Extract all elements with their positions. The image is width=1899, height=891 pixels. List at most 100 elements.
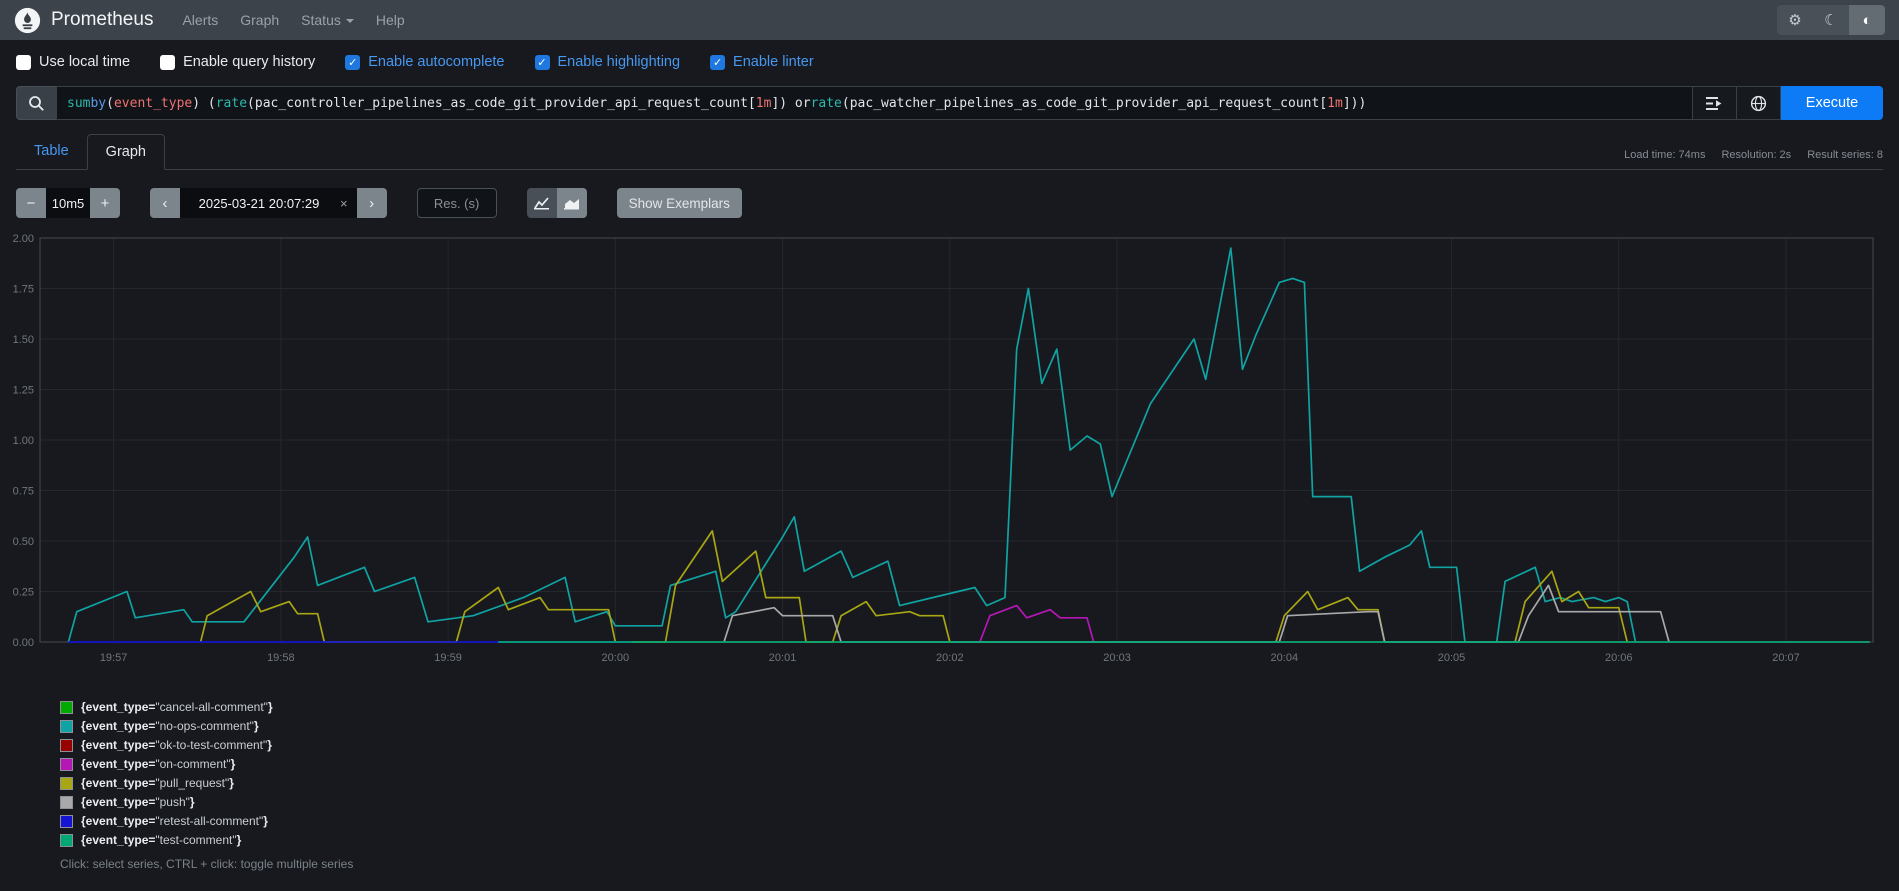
metrics-explorer-button[interactable] [1693,86,1737,120]
x-tick-label: 20:02 [936,652,964,664]
checkbox-icon[interactable]: ✓ [345,55,360,70]
option-label: Enable highlighting [558,54,681,70]
rewind-time-button[interactable]: ‹ [150,188,180,218]
y-tick-label: 0.50 [13,536,34,548]
query-token: ]) or [771,96,810,111]
legend-label: {event_type="no-ops-comment"} [81,719,259,733]
legend-item-test-comment[interactable]: {event_type="test-comment"} [60,833,1899,847]
legend-item-push[interactable]: {event_type="push"} [60,795,1899,809]
option-enable-highlighting[interactable]: ✓ Enable highlighting [535,54,681,70]
checkbox-icon[interactable] [160,55,175,70]
checkbox-icon[interactable]: ✓ [710,55,725,70]
query-token: ) ( [192,96,215,111]
legend-label: {event_type="retest-all-comment"} [81,814,268,828]
auto-contrast-button[interactable]: ◐ [1849,5,1885,35]
gear-button[interactable]: ⚙ [1777,5,1813,35]
show-exemplars-button[interactable]: Show Exemplars [617,188,742,218]
legend-label: {event_type="pull_request"} [81,776,234,790]
increase-range-button[interactable]: + [90,188,120,218]
datetime-input[interactable] [180,188,338,218]
local-time-globe-button[interactable] [1737,86,1781,120]
query-stats: Load time: 74msResolution: 2sResult seri… [1624,149,1883,169]
series-line-push [724,585,1669,642]
option-enable-linter[interactable]: ✓Enable linter [710,54,814,70]
nav-links: AlertsGraphStatusHelp [171,12,415,28]
forward-time-button[interactable]: › [357,188,387,218]
graph-legend: {event_type="cancel-all-comment"} {event_… [0,674,1899,871]
prometheus-logo-icon [14,7,41,34]
legend-item-retest-all-comment[interactable]: {event_type="retest-all-comment"} [60,814,1899,828]
query-token: (pac_controller_pipelines_as_code_git_pr… [247,96,756,111]
x-tick-label: 20:03 [1103,652,1131,664]
legend-swatch [60,701,73,714]
y-tick-label: 0.75 [13,486,34,498]
tab-graph[interactable]: Graph [87,134,165,170]
query-token: ])) [1343,96,1366,111]
legend-label: {event_type="cancel-all-comment"} [81,700,273,714]
stacked-chart-button[interactable] [557,188,587,218]
brand-title: Prometheus [51,9,153,31]
legend-item-no-ops-comment[interactable]: {event_type="no-ops-comment"} [60,719,1899,733]
checkbox-icon[interactable] [16,55,31,70]
series-line-on-comment [980,606,1094,642]
execute-button[interactable]: Execute [1781,86,1883,120]
option-enable-autocomplete[interactable]: ✓ Enable autocomplete [345,54,504,70]
stat-load-time: Load time: 74ms [1624,149,1705,161]
query-bar: sum by (event_type) (rate(pac_controller… [16,86,1883,120]
x-tick-label: 20:05 [1438,652,1466,664]
graph-canvas[interactable]: 0.000.250.500.751.001.251.501.752.0019:5… [10,230,1883,674]
legend-item-on-comment[interactable]: {event_type="on-comment"} [60,757,1899,771]
legend-swatch [60,739,73,752]
x-tick-label: 20:07 [1772,652,1800,664]
x-tick-label: 20:04 [1271,652,1299,664]
legend-item-cancel-all-comment[interactable]: {event_type="cancel-all-comment"} [60,700,1899,714]
options-row: Use local timeEnable query history✓Enabl… [0,40,1899,80]
nav-item-graph[interactable]: Graph [229,12,290,28]
range-input[interactable] [46,188,90,218]
nav-item-status[interactable]: Status [290,12,365,28]
series-line-no-ops-comment [68,248,1869,642]
range-input-group: − + [16,188,120,218]
x-tick-label: 19:58 [267,652,295,664]
line-chart-button[interactable] [527,188,557,218]
navbar: Prometheus AlertsGraphStatusHelp ⚙☾◐ [0,0,1899,40]
chart-type-group [527,188,587,218]
brand[interactable]: Prometheus [14,7,153,34]
moon-button[interactable]: ☾ [1813,5,1849,35]
y-tick-label: 1.00 [13,435,34,447]
y-tick-label: 1.75 [13,284,34,296]
x-tick-label: 20:06 [1605,652,1633,664]
graph-panel: 0.000.250.500.751.001.251.501.752.0019:5… [10,230,1883,674]
legend-swatch [60,834,73,847]
query-token: rate [811,96,842,111]
metrics-explorer-icon [1706,96,1723,111]
legend-item-ok-to-test-comment[interactable]: {event_type="ok-to-test-comment"} [60,738,1899,752]
option-enable-query-history[interactable]: Enable query history [160,54,315,70]
resolution-input[interactable] [417,188,497,218]
search-icon-box [16,86,56,120]
search-icon [28,95,45,112]
checkbox-icon[interactable]: ✓ [535,55,550,70]
decrease-range-button[interactable]: − [16,188,46,218]
legend-label: {event_type="ok-to-test-comment"} [81,738,272,752]
query-input[interactable]: sum by (event_type) (rate(pac_controller… [56,86,1693,120]
query-token: 1m [756,96,772,111]
nav-item-alerts[interactable]: Alerts [171,12,229,28]
option-label: Use local time [39,54,130,70]
legend-item-pull_request[interactable]: {event_type="pull_request"} [60,776,1899,790]
y-tick-label: 1.50 [13,334,34,346]
theme-toggle-group: ⚙☾◐ [1777,5,1885,35]
option-label: Enable query history [183,54,315,70]
query-token: (pac_watcher_pipelines_as_code_git_provi… [842,96,1327,111]
time-input-group: ‹ × › [150,188,387,218]
tab-table[interactable]: Table [16,134,87,169]
legend-label: {event_type="on-comment"} [81,757,235,771]
option-label: Enable autocomplete [368,54,504,70]
nav-item-help[interactable]: Help [365,12,416,28]
clear-time-icon[interactable]: × [338,196,357,211]
stat-resolution: Resolution: 2s [1721,149,1791,161]
x-tick-label: 19:59 [434,652,462,664]
graph-toolbar: − + ‹ × › Show Exemplars [0,170,1899,218]
option-use-local-time[interactable]: Use local time [16,54,130,70]
query-token: by [90,96,106,111]
